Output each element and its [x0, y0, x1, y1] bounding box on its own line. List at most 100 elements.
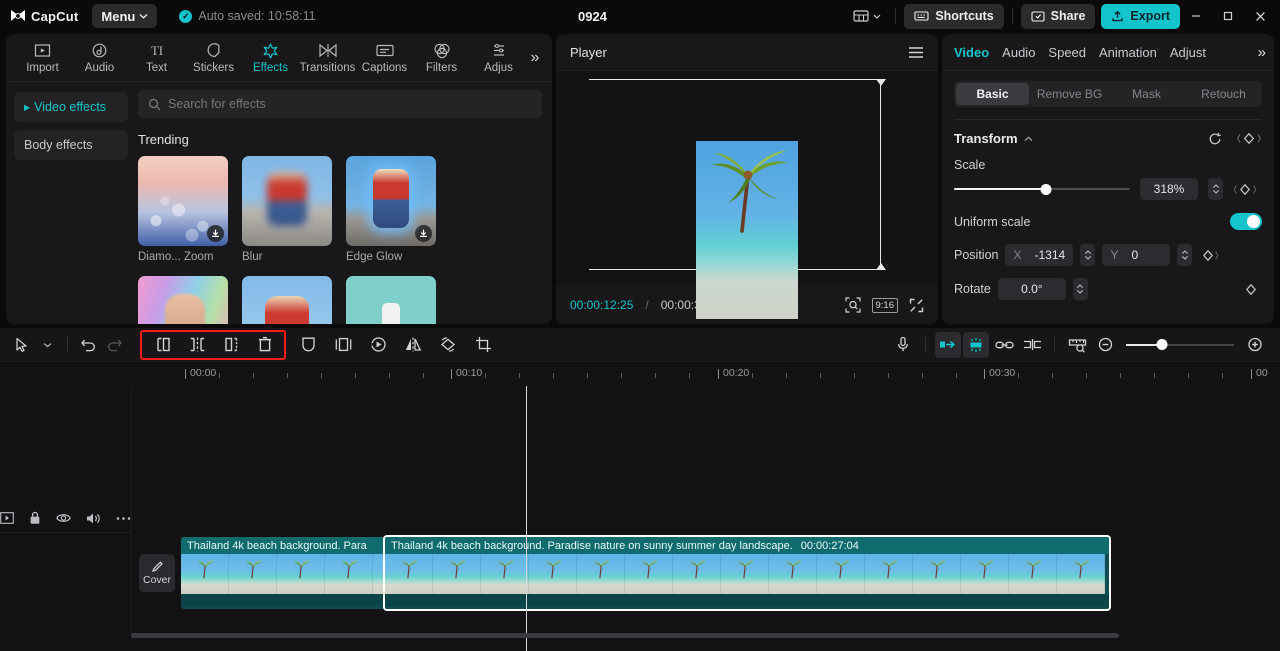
timeline-right-tools — [890, 332, 1272, 358]
uniform-scale-toggle[interactable] — [1230, 213, 1262, 230]
keyframe-diamond-icon[interactable] — [1236, 132, 1262, 145]
measure-button[interactable] — [1064, 332, 1090, 358]
scale-slider[interactable] — [954, 182, 1130, 196]
maximize-button[interactable] — [1212, 0, 1244, 32]
position-y-input[interactable]: Y 0 — [1102, 244, 1170, 266]
effect-card[interactable] — [346, 276, 436, 324]
scale-value-input[interactable]: 318% — [1140, 178, 1198, 200]
effect-card[interactable] — [138, 276, 228, 324]
effect-card[interactable] — [242, 276, 332, 324]
nav-item-transitions[interactable]: Transitions — [299, 35, 356, 81]
rotate-input[interactable]: 0.0° — [998, 278, 1066, 300]
speaker-icon[interactable] — [86, 512, 101, 525]
zoom-fit-icon[interactable] — [845, 297, 861, 313]
resize-handle-bottom[interactable] — [876, 263, 886, 270]
snap-toggle-button[interactable] — [963, 332, 989, 358]
delete-button[interactable] — [252, 332, 278, 358]
trim-left-button[interactable] — [150, 332, 176, 358]
tab-video[interactable]: Video — [954, 45, 1002, 60]
tab-adjust[interactable]: Adjust — [1170, 45, 1219, 60]
sidebar-item-video-effects[interactable]: ▶ Video effects — [14, 92, 128, 122]
nav-item-effects[interactable]: Effects — [242, 35, 299, 81]
slider-knob[interactable] — [1040, 184, 1051, 195]
timeline-clip-selected[interactable]: Thailand 4k beach background. Paradise n… — [383, 535, 1111, 611]
menu-button[interactable]: Menu — [92, 4, 157, 28]
crop-tool-button[interactable] — [470, 332, 496, 358]
fullscreen-icon[interactable] — [909, 298, 924, 313]
position-x-stepper[interactable] — [1080, 244, 1095, 266]
timeline-zoom-slider[interactable] — [1126, 338, 1234, 352]
share-button[interactable]: Share — [1021, 4, 1096, 29]
effect-card[interactable]: Blur — [242, 156, 332, 263]
split-audio-button[interactable] — [1019, 332, 1045, 358]
scale-stepper[interactable] — [1208, 178, 1223, 200]
timeline-ruler[interactable]: 00:00 00:10 00:20 00:30 00 — [0, 362, 1280, 386]
hamburger-icon[interactable] — [908, 46, 924, 59]
nav-item-text[interactable]: TI Text — [128, 35, 185, 81]
nav-more-button[interactable]: » — [524, 47, 546, 69]
rotate-stepper[interactable] — [1073, 278, 1088, 300]
thumbnail-frame — [673, 554, 721, 594]
segment-basic[interactable]: Basic — [956, 83, 1029, 105]
rotate-tool-button[interactable] — [435, 332, 461, 358]
search-input[interactable] — [168, 97, 532, 111]
split-button[interactable] — [184, 332, 210, 358]
tabs-more-button[interactable]: » — [1258, 44, 1266, 61]
minimize-button[interactable] — [1180, 0, 1212, 32]
reverse-tool-button[interactable] — [365, 332, 391, 358]
scale-keyframe-icon[interactable] — [1233, 183, 1257, 196]
rotate-keyframe-icon[interactable] — [1242, 283, 1262, 296]
lock-icon[interactable] — [29, 511, 41, 525]
tab-audio[interactable]: Audio — [1002, 45, 1048, 60]
download-icon[interactable] — [207, 225, 224, 242]
timeline-horizontal-scrollbar[interactable] — [131, 633, 1119, 638]
mask-tool-button[interactable] — [295, 332, 321, 358]
shortcuts-button[interactable]: Shortcuts — [904, 4, 1003, 29]
eye-icon[interactable] — [56, 512, 71, 524]
slider-knob[interactable] — [1157, 339, 1168, 350]
effect-card[interactable]: Edge Glow — [346, 156, 436, 263]
link-clips-button[interactable] — [991, 332, 1017, 358]
auto-adjust-button[interactable] — [935, 332, 961, 358]
tab-speed[interactable]: Speed — [1048, 45, 1099, 60]
position-keyframe-icon[interactable] — [1199, 249, 1219, 262]
nav-item-captions[interactable]: Captions — [356, 35, 413, 81]
segment-retouch[interactable]: Retouch — [1187, 83, 1260, 105]
aspect-ratio-chip[interactable]: 9:16 — [872, 298, 899, 313]
export-button[interactable]: Export — [1101, 4, 1180, 29]
trim-right-button[interactable] — [218, 332, 244, 358]
player-stage[interactable] — [556, 71, 938, 286]
nav-label: Captions — [362, 62, 407, 74]
segment-remove-bg[interactable]: Remove BG — [1033, 83, 1106, 105]
chevron-up-icon[interactable] — [1024, 136, 1033, 142]
nav-item-adjust[interactable]: Adjus — [470, 35, 527, 81]
freeze-tool-button[interactable] — [330, 332, 356, 358]
cover-button[interactable]: Cover — [139, 554, 175, 592]
nav-item-audio[interactable]: Audio — [71, 35, 128, 81]
reset-icon[interactable] — [1208, 132, 1222, 146]
mirror-tool-button[interactable] — [400, 332, 426, 358]
download-icon[interactable] — [415, 225, 432, 242]
position-y-stepper[interactable] — [1177, 244, 1192, 266]
record-voiceover-button[interactable] — [890, 332, 916, 358]
ellipsis-icon[interactable] — [116, 516, 131, 521]
close-button[interactable] — [1244, 0, 1276, 32]
effect-card[interactable]: Diamo... Zoom — [138, 156, 228, 263]
video-track-icon[interactable] — [0, 512, 14, 524]
tab-animation[interactable]: Animation — [1099, 45, 1170, 60]
position-x-input[interactable]: X -1314 — [1005, 244, 1073, 266]
select-dropdown-button[interactable] — [34, 332, 60, 358]
nav-item-stickers[interactable]: Stickers — [185, 35, 242, 81]
redo-button[interactable] — [101, 332, 127, 358]
undo-button[interactable] — [75, 332, 101, 358]
nav-item-import[interactable]: Import — [14, 35, 71, 81]
zoom-out-button[interactable] — [1092, 332, 1118, 358]
sidebar-item-body-effects[interactable]: Body effects — [14, 130, 128, 160]
select-tool-button[interactable] — [8, 332, 34, 358]
search-effects-box[interactable] — [138, 90, 542, 118]
layout-button[interactable] — [847, 4, 887, 28]
resize-handle-top[interactable] — [876, 79, 886, 86]
nav-item-filters[interactable]: Filters — [413, 35, 470, 81]
zoom-in-button[interactable] — [1242, 332, 1268, 358]
segment-mask[interactable]: Mask — [1110, 83, 1183, 105]
